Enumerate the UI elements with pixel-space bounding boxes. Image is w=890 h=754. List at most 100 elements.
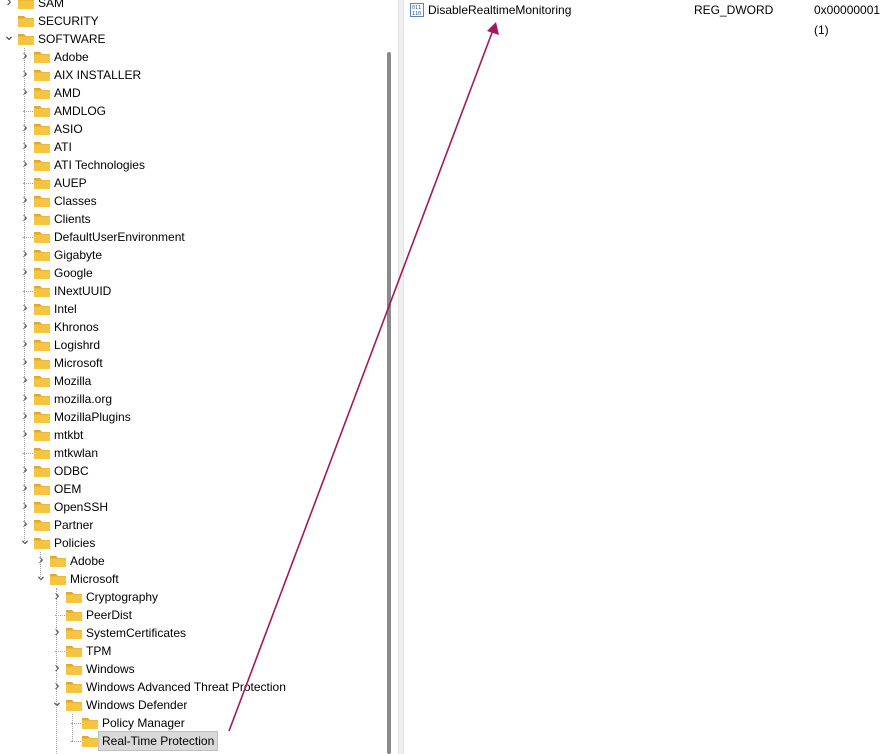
tree-item[interactable]: › Google xyxy=(0,264,382,282)
tree-item[interactable]: SECURITY xyxy=(0,12,382,30)
tree-item[interactable]: › Partner xyxy=(0,516,382,534)
tree-item-label: Partner xyxy=(54,518,94,532)
chevron-right-icon[interactable]: › xyxy=(19,498,31,516)
tree-item[interactable]: TPM xyxy=(0,642,382,660)
tree-item[interactable]: PeerDist xyxy=(0,606,382,624)
chevron-right-icon[interactable]: › xyxy=(19,138,31,156)
tree-item[interactable]: INextUUID xyxy=(0,282,382,300)
folder-icon xyxy=(34,214,50,225)
tree-item[interactable]: DefaultUserEnvironment xyxy=(0,228,382,246)
tree-item[interactable]: › AIX INSTALLER xyxy=(0,66,382,84)
tree-item[interactable]: › Gigabyte xyxy=(0,246,382,264)
chevron-right-icon[interactable]: › xyxy=(19,354,31,372)
tree-item-label: AMDLOG xyxy=(54,104,107,118)
tree-item-label: Adobe xyxy=(54,50,89,64)
tree-item[interactable]: › ATI xyxy=(0,138,382,156)
tree-item[interactable]: › Adobe xyxy=(0,48,382,66)
tree-item[interactable]: › Cryptography xyxy=(0,588,382,606)
tree-item[interactable]: › SystemCertificates xyxy=(0,624,382,642)
chevron-right-icon[interactable]: › xyxy=(19,462,31,480)
tree-item[interactable]: › Clients xyxy=(0,210,382,228)
tree-item-label: Policy Manager xyxy=(102,716,185,730)
tree-item[interactable]: AMDLOG xyxy=(0,102,382,120)
tree-item-label: INextUUID xyxy=(54,284,112,298)
folder-icon xyxy=(66,628,82,639)
tree-item[interactable]: › Classes xyxy=(0,192,382,210)
tree-item[interactable]: › Intel xyxy=(0,300,382,318)
chevron-down-icon[interactable]: ⌄ xyxy=(35,568,47,588)
tree-scrollbar-thumb[interactable] xyxy=(387,52,391,754)
chevron-right-icon[interactable]: › xyxy=(19,210,31,228)
folder-icon xyxy=(34,376,50,387)
tree-item[interactable]: › SAM xyxy=(0,0,382,12)
chevron-right-icon[interactable]: › xyxy=(19,300,31,318)
chevron-down-icon[interactable]: ⌄ xyxy=(3,28,15,48)
chevron-right-icon[interactable]: › xyxy=(51,624,63,642)
tree-item[interactable]: Policy Manager xyxy=(0,714,382,732)
tree-item-label: DefaultUserEnvironment xyxy=(54,230,185,244)
chevron-right-icon[interactable]: › xyxy=(19,192,31,210)
tree-item[interactable]: › ASIO xyxy=(0,120,382,138)
tree-item[interactable]: › ODBC xyxy=(0,462,382,480)
chevron-right-icon[interactable]: › xyxy=(51,750,63,754)
value-row[interactable]: 011 110 DisableRealtimeMonitoring REG_DW… xyxy=(404,0,890,37)
tree-item[interactable]: ⌄ Windows Defender xyxy=(0,694,382,714)
tree-item[interactable]: › Mozilla xyxy=(0,372,382,390)
folder-icon xyxy=(34,70,50,81)
folder-icon xyxy=(34,340,50,351)
chevron-right-icon[interactable]: › xyxy=(19,246,31,264)
tree-item[interactable]: › MozillaPlugins xyxy=(0,408,382,426)
tree-item-label: Policies xyxy=(54,536,96,550)
tree-item[interactable]: › OEM xyxy=(0,480,382,498)
tree-item[interactable]: AUEP xyxy=(0,174,382,192)
tree-item[interactable]: › mtkbt xyxy=(0,426,382,444)
tree-item[interactable]: › Logishrd xyxy=(0,336,382,354)
tree-item[interactable]: › AMD xyxy=(0,84,382,102)
chevron-right-icon[interactable]: › xyxy=(19,336,31,354)
chevron-right-icon[interactable]: › xyxy=(19,156,31,174)
chevron-down-icon[interactable]: ⌄ xyxy=(51,694,63,714)
chevron-right-icon[interactable]: › xyxy=(19,66,31,84)
tree-item[interactable]: ⌄ SOFTWARE xyxy=(0,28,382,48)
tree-item[interactable]: › Adobe xyxy=(0,552,382,570)
tree-item-label: TPM xyxy=(86,644,112,658)
tree-item[interactable]: › mozilla.org xyxy=(0,390,382,408)
registry-tree-pane[interactable]: › SAM SECURITY ⌄ SOFTWARE › Adobe › AIX INSTALLE… xyxy=(0,0,382,754)
tree-item-label: Microsoft xyxy=(70,572,119,586)
chevron-right-icon[interactable]: › xyxy=(19,264,31,282)
chevron-right-icon[interactable]: › xyxy=(19,408,31,426)
chevron-right-icon[interactable]: › xyxy=(19,318,31,336)
folder-icon xyxy=(66,610,82,621)
chevron-right-icon[interactable]: › xyxy=(51,660,63,678)
chevron-right-icon[interactable]: › xyxy=(19,48,31,66)
tree-item[interactable]: Real-Time Protection xyxy=(0,731,382,751)
chevron-right-icon[interactable]: › xyxy=(19,480,31,498)
tree-item[interactable]: › Windows NT xyxy=(0,750,382,754)
chevron-right-icon[interactable]: › xyxy=(19,390,31,408)
chevron-down-icon[interactable]: ⌄ xyxy=(19,532,31,552)
tree-item-label: OEM xyxy=(54,482,82,496)
folder-icon xyxy=(82,736,98,747)
folder-icon xyxy=(34,88,50,99)
chevron-right-icon[interactable]: › xyxy=(19,84,31,102)
chevron-right-icon[interactable]: › xyxy=(19,120,31,138)
tree-item[interactable]: mtkwlan xyxy=(0,444,382,462)
tree-item[interactable]: › Windows xyxy=(0,660,382,678)
tree-item-label: Windows Advanced Threat Protection xyxy=(86,680,286,694)
reg-dword-icon: 011 110 xyxy=(410,3,424,17)
tree-item[interactable]: › Khronos xyxy=(0,318,382,336)
tree-item[interactable]: › ATI Technologies xyxy=(0,156,382,174)
tree-item-label: MozillaPlugins xyxy=(54,410,131,424)
folder-icon xyxy=(34,502,50,513)
tree-item[interactable]: ⌄ Policies xyxy=(0,532,382,552)
tree-item[interactable]: › OpenSSH xyxy=(0,498,382,516)
folder-icon xyxy=(34,160,50,171)
registry-values-pane[interactable]: 011 110 DisableRealtimeMonitoring REG_DW… xyxy=(404,0,890,754)
chevron-right-icon[interactable]: › xyxy=(19,372,31,390)
chevron-right-icon[interactable]: › xyxy=(19,426,31,444)
chevron-right-icon[interactable]: › xyxy=(3,0,15,12)
tree-item[interactable]: ⌄ Microsoft xyxy=(0,568,382,588)
chevron-right-icon[interactable]: › xyxy=(51,588,63,606)
tree-item[interactable]: › Microsoft xyxy=(0,354,382,372)
folder-icon xyxy=(34,304,50,315)
